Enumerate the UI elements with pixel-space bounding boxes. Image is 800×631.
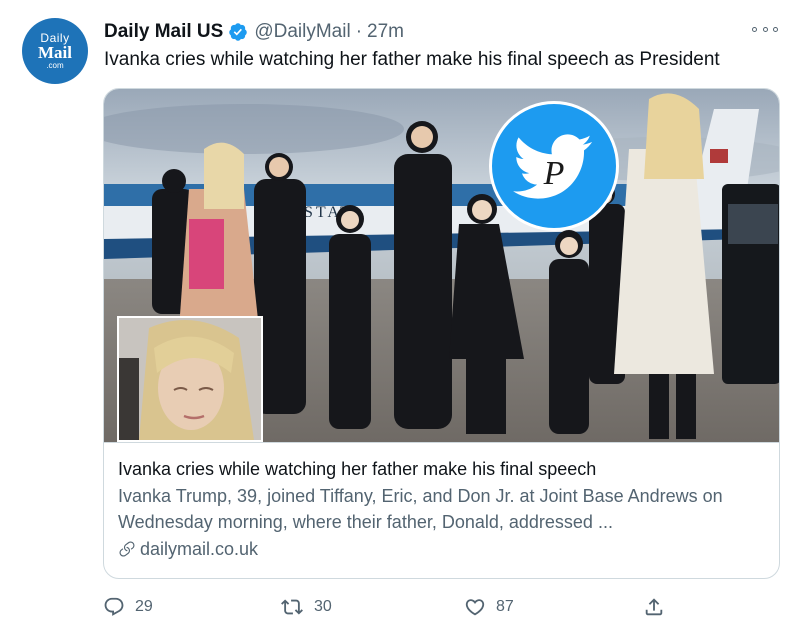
card-domain[interactable]: dailymail.co.uk — [118, 537, 767, 561]
avatar[interactable]: Daily Mail .com — [22, 18, 88, 84]
tweet-actions: 29 30 87 — [103, 596, 783, 620]
watermark-twitter-icon: P — [489, 101, 619, 231]
like-count: 87 — [496, 598, 514, 615]
tweet-text: Ivanka cries while watching her father m… — [104, 49, 720, 70]
card-title[interactable]: Ivanka cries while watching her father m… — [118, 457, 767, 481]
reply-button[interactable]: 29 — [103, 596, 153, 618]
reply-icon — [104, 597, 124, 616]
avatar-line-3: .com — [46, 61, 64, 70]
more-options-icon[interactable] — [752, 22, 778, 36]
card-description: Ivanka Trump, 39, joined Tiffany, Eric, … — [118, 486, 723, 532]
retweet-icon — [281, 599, 303, 615]
share-icon — [645, 598, 663, 616]
separator-dot: · — [355, 21, 363, 42]
card-text[interactable]: Ivanka cries while watching her father m… — [104, 442, 779, 578]
reply-count: 29 — [135, 598, 153, 615]
inset-photo — [117, 316, 263, 442]
verified-badge-icon — [229, 23, 248, 41]
link-icon — [119, 541, 135, 557]
share-button[interactable] — [643, 596, 675, 618]
link-card[interactable]: STAT P Ivanka cries while watching her f… — [103, 88, 780, 579]
watermark-letter: P — [543, 155, 565, 192]
account-handle[interactable]: @DailyMail — [254, 21, 350, 43]
like-button[interactable]: 87 — [464, 596, 514, 618]
card-domain-text[interactable]: dailymail.co.uk — [140, 537, 258, 561]
dot — [762, 26, 768, 32]
dot — [773, 26, 778, 32]
dot — [752, 26, 757, 32]
retweet-button[interactable]: 30 — [280, 596, 332, 618]
heart-icon — [465, 599, 485, 616]
account-name[interactable]: Daily Mail US — [104, 21, 223, 43]
tweet-header: Daily Mail US @DailyMail · 27m — [104, 18, 404, 46]
card-image[interactable]: STAT P — [104, 89, 779, 442]
timestamp[interactable]: 27m — [367, 21, 404, 43]
retweet-count: 30 — [314, 598, 332, 615]
avatar-line-2: Mail — [38, 43, 72, 62]
